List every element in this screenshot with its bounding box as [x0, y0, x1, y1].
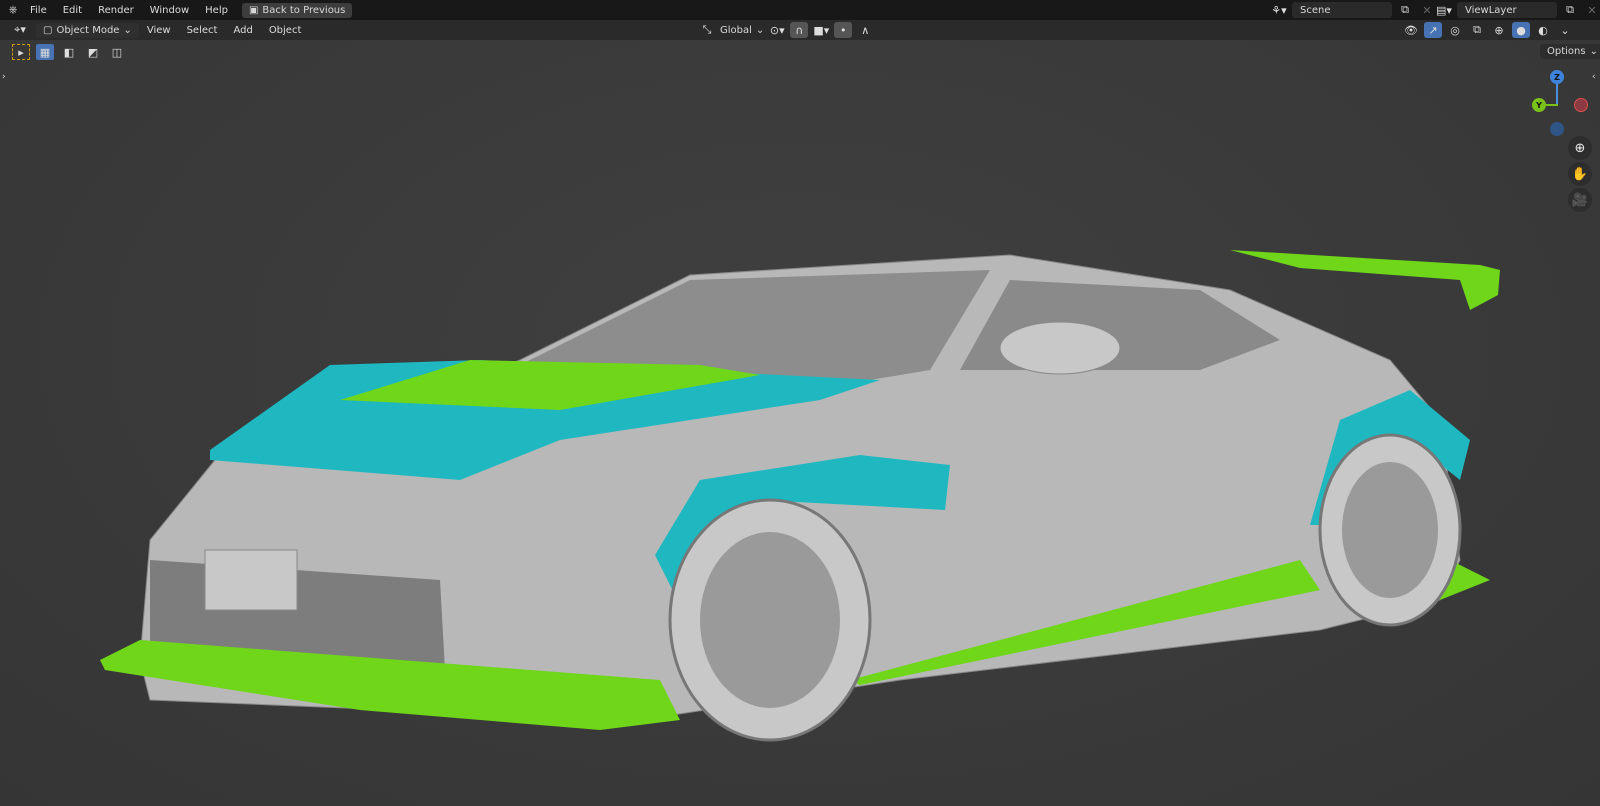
snap-icon[interactable]: ∩ — [790, 22, 809, 38]
blender-logo-icon[interactable]: ⎈ — [4, 2, 22, 18]
viewport-header: ⌖▾ ▢ Object Mode ⌄ View Select Add Object… — [0, 20, 1600, 40]
rear-wheel-rim — [1342, 462, 1438, 598]
editor-type-icon[interactable]: ⌖▾ — [8, 22, 32, 38]
chevron-down-icon: ⌄ — [755, 24, 765, 36]
material-shading-icon[interactable]: ◐ — [1534, 22, 1552, 38]
copy-icon[interactable]: ⧉ — [1561, 2, 1579, 18]
scene-field[interactable]: Scene — [1292, 2, 1392, 18]
snap-target-icon[interactable]: ■▾ — [812, 22, 830, 38]
pivot-icon[interactable]: ⊙▾ — [768, 22, 786, 38]
3d-viewport[interactable]: ▸ ▦ ◧ ◩ ◫ Options ⌄ Z Y ⊕ ✋ 🎥 › ‹ — [0, 40, 1600, 806]
rear-spoiler — [1230, 250, 1500, 310]
scene-selector: ⚘▾ Scene ⧉ ✕ — [1270, 2, 1436, 18]
side-mirror — [999, 321, 1121, 375]
xray-icon[interactable]: ⧉ — [1468, 22, 1486, 38]
menu-file[interactable]: File — [22, 5, 55, 16]
gizmo-toggle-icon[interactable]: ↗ — [1424, 22, 1442, 38]
menu-view[interactable]: View — [139, 25, 179, 36]
wireframe-shading-icon[interactable]: ⊕ — [1490, 22, 1508, 38]
chevron-down-icon[interactable]: ⌄ — [1556, 22, 1574, 38]
back-label: Back to Previous — [262, 4, 346, 16]
mode-dropdown[interactable]: ▢ Object Mode ⌄ — [36, 22, 139, 38]
screen-icon: ▣ — [248, 4, 259, 16]
license-plate — [204, 549, 298, 611]
viewport-display-tools: 👁 ↗ ◎ ⧉ ⊕ ● ◐ ⌄ — [1402, 22, 1574, 38]
mode-label: Object Mode — [56, 24, 120, 36]
back-to-previous-button[interactable]: ▣ Back to Previous — [241, 2, 353, 18]
menu-help[interactable]: Help — [197, 5, 236, 16]
car-model[interactable] — [0, 40, 1600, 806]
menu-window[interactable]: Window — [142, 5, 197, 16]
menu-add[interactable]: Add — [225, 25, 260, 36]
viewlayer-selector: ▤▾ ViewLayer ⧉ ✕ — [1435, 2, 1600, 18]
scene-name: Scene — [1300, 4, 1331, 16]
visibility-icon[interactable]: 👁 — [1402, 22, 1420, 38]
viewlayer-icon[interactable]: ▤▾ — [1435, 2, 1453, 18]
orientation-icon: ⤡ — [702, 23, 712, 36]
falloff-icon[interactable]: ∧ — [856, 22, 874, 38]
viewlayer-field[interactable]: ViewLayer — [1457, 2, 1557, 18]
front-wheel-rim — [700, 532, 840, 708]
object-icon: ▢ — [43, 24, 53, 36]
close-icon[interactable]: ✕ — [1583, 2, 1600, 18]
close-icon[interactable]: ✕ — [1418, 2, 1436, 18]
orientation-dropdown[interactable]: Global — [720, 25, 752, 36]
menu-object[interactable]: Object — [261, 25, 310, 36]
menu-select[interactable]: Select — [179, 25, 226, 36]
solid-shading-icon[interactable]: ● — [1512, 22, 1530, 38]
copy-icon[interactable]: ⧉ — [1396, 2, 1414, 18]
viewlayer-name: ViewLayer — [1465, 4, 1517, 16]
menu-render[interactable]: Render — [90, 5, 142, 16]
top-bar: ⎈ File Edit Render Window Help ▣ Back to… — [0, 0, 1600, 20]
scene-icon[interactable]: ⚘▾ — [1270, 2, 1288, 18]
proportional-edit-icon[interactable]: • — [834, 22, 853, 38]
menu-edit[interactable]: Edit — [55, 5, 90, 16]
chevron-down-icon: ⌄ — [123, 24, 132, 36]
transform-tools: ⤡ Global ⌄ ⊙▾ ∩ ■▾ • ∧ — [698, 22, 874, 38]
overlay-icon[interactable]: ◎ — [1446, 22, 1464, 38]
